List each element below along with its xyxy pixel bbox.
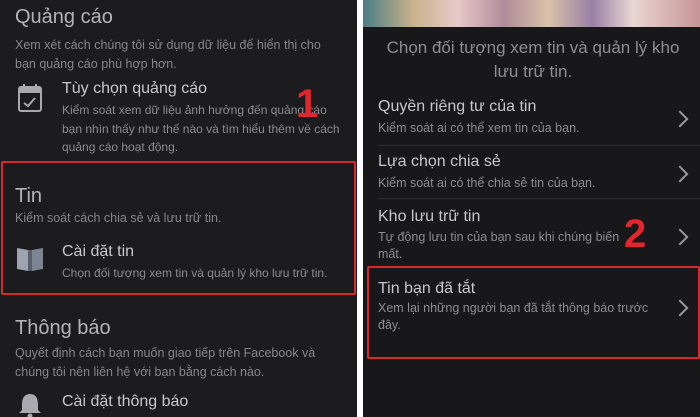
chevron-right-icon [671,165,689,183]
story-settings-right-panel: Chọn đối tượng xem tin và quản lý kho lư… [363,0,700,417]
chevron-right-icon [671,228,689,246]
ad-preferences-title: Tùy chọn quảng cáo [62,80,207,97]
story-settings-header: Chọn đối tượng xem tin và quản lý kho lư… [386,38,680,81]
notifications-section-title: Thông báo [15,317,111,339]
sharing-options-title: Lựa chọn chia sẻ [378,153,501,170]
story-privacy-title: Quyền riêng tư của tin [378,98,537,115]
story-archive-title: Kho lưu trữ tin [378,208,481,225]
bell-icon [18,392,42,417]
notifications-section-desc: Quyết định cách bạn muốn giao tiếp trên … [15,346,316,379]
book-icon [15,245,45,278]
story-settings-title: Cài đặt tin [62,243,135,260]
calendar-icon [18,84,42,117]
chevron-right-icon [671,110,689,128]
muted-stories-title: Tin bạn đã tắt [378,280,476,297]
divider [378,198,700,199]
step-badge-1: 1 [296,82,319,126]
story-banner-image [363,0,700,27]
stories-section-title: Tin [15,185,43,207]
ads-section-title: Quảng cáo [15,6,113,28]
notification-settings-title: Cài đặt thông báo [62,393,189,410]
sharing-options-desc: Kiểm soát ai có thể chia sẻ tin của bạn. [378,176,596,190]
muted-stories-desc: Xem lại những người bạn đã tắt thông báo… [378,301,649,332]
story-archive-desc: Tự động lưu tin của bạn sau khi chúng bi… [378,230,620,261]
divider [378,145,700,146]
story-settings-desc: Chọn đối tượng xem tin và quản lý kho lư… [62,266,328,280]
story-privacy-desc: Kiểm soát ai có thể xem tin của bạn. [378,121,580,135]
ads-section-desc: Xem xét cách chúng tôi sử dụng dữ liệu đ… [15,38,321,71]
settings-left-panel: Quảng cáo Xem xét cách chúng tôi sử dụng… [0,0,357,417]
stories-section-desc: Kiểm soát cách chia sẻ và lưu trữ tin. [15,211,222,225]
step-badge-2: 2 [624,212,647,256]
